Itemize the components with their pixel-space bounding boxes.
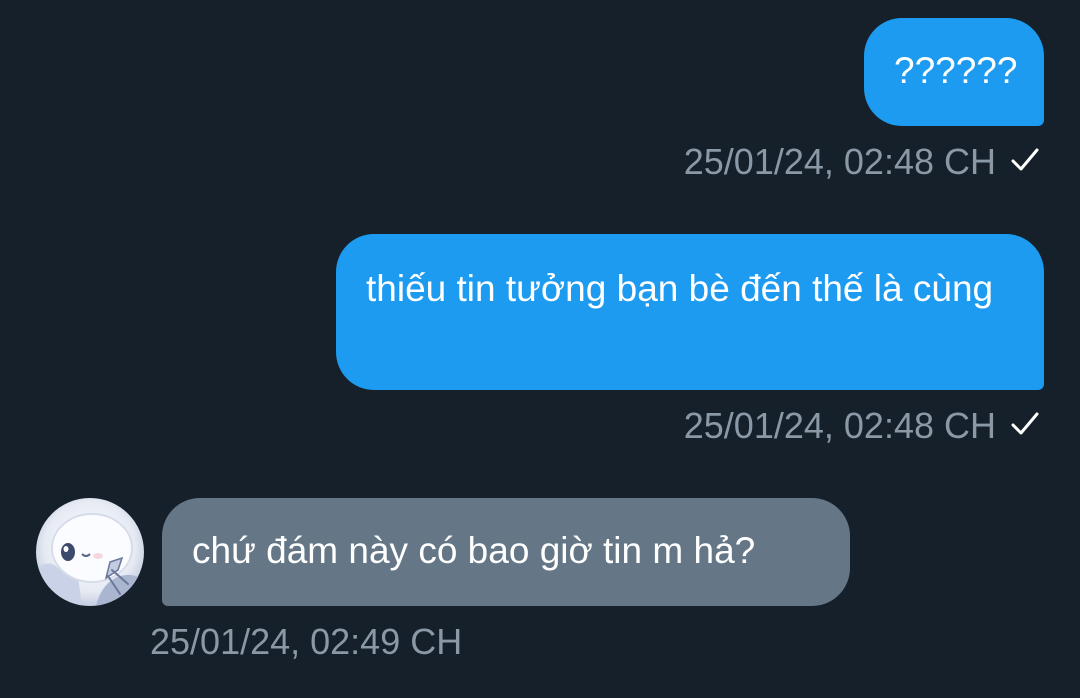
message-timestamp: 25/01/24, 02:48 CH xyxy=(683,405,996,446)
message-meta: 25/01/24, 02:49 CH xyxy=(150,622,462,662)
message-meta: 25/01/24, 02:48 CH xyxy=(684,406,1040,448)
message-timestamp: 25/01/24, 02:48 CH xyxy=(683,141,996,182)
message-text: thiếu tin tưởng bạn bè đến thế là cùng xyxy=(366,268,994,309)
avatar[interactable] xyxy=(36,498,144,606)
checkmark-icon xyxy=(1010,141,1040,181)
message-text: chứ đám này có bao giờ tin m hả? xyxy=(192,530,756,571)
message-meta: 25/01/24, 02:48 CH xyxy=(684,142,1040,184)
avatar-image xyxy=(36,498,144,606)
checkmark-icon xyxy=(1010,405,1040,445)
sent-message-bubble[interactable]: ?????? xyxy=(864,18,1044,126)
received-message-bubble[interactable]: chứ đám này có bao giờ tin m hả? xyxy=(162,498,850,606)
message-timestamp: 25/01/24, 02:49 CH xyxy=(150,621,463,662)
sent-message-bubble[interactable]: thiếu tin tưởng bạn bè đến thế là cùng xyxy=(336,234,1044,390)
message-text: ?????? xyxy=(894,50,1018,91)
